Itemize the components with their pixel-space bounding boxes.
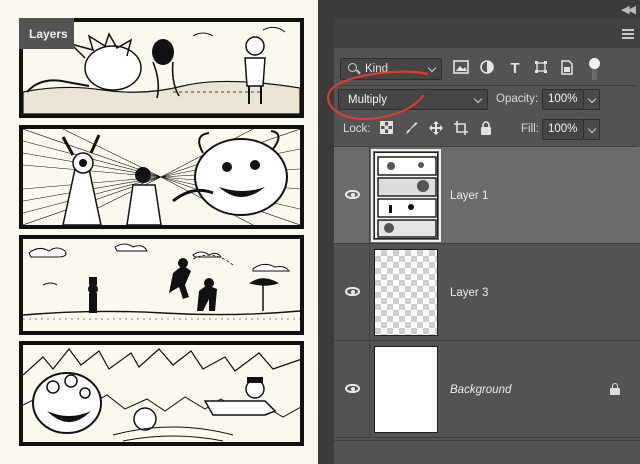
layer-name[interactable]: Layer 3 xyxy=(450,287,488,299)
layer-row-background[interactable]: Background xyxy=(334,341,640,438)
comic-panel-4 xyxy=(19,341,304,446)
hamburger-menu-icon[interactable] xyxy=(622,29,634,41)
image-filter-icon[interactable] xyxy=(452,60,470,78)
filter-toggle-switch[interactable] xyxy=(589,58,600,80)
chevron-down-icon xyxy=(473,94,483,104)
panel-tab-bar xyxy=(334,18,640,48)
comic-page-canvas xyxy=(0,0,318,464)
opacity-dropdown-button[interactable] xyxy=(584,89,600,110)
filter-kind-select[interactable]: Kind xyxy=(340,58,442,80)
layer-row-layer-1[interactable]: Layer 1 xyxy=(334,147,640,244)
fill-label: Fill: xyxy=(521,123,539,135)
opacity-label: Opacity: xyxy=(496,93,539,105)
lock-icon xyxy=(610,383,620,395)
eye-icon[interactable] xyxy=(345,190,360,199)
panel-title-strip: ◀◀ xyxy=(318,0,640,18)
fill-dropdown-button[interactable] xyxy=(584,119,600,140)
divider xyxy=(334,85,636,86)
comic-panel-2 xyxy=(19,125,304,229)
visibility-column xyxy=(334,147,370,243)
shape-filter-icon[interactable] xyxy=(532,60,550,78)
adjustment-filter-icon[interactable] xyxy=(478,60,496,78)
chevron-down-icon xyxy=(587,124,597,134)
lock-transparent-pixels-icon[interactable] xyxy=(378,121,394,137)
lock-position-icon[interactable] xyxy=(428,121,444,137)
panel-gutter xyxy=(318,18,334,464)
search-icon xyxy=(348,63,357,72)
layer-thumbnail[interactable] xyxy=(374,346,438,433)
layer-name[interactable]: Layer 1 xyxy=(450,190,488,202)
lock-all-icon[interactable] xyxy=(478,121,494,137)
chevron-down-icon xyxy=(427,63,437,73)
layer-thumbnail[interactable] xyxy=(374,152,438,239)
toggle-knob xyxy=(589,58,600,69)
visibility-column xyxy=(334,341,370,437)
fill-value: 100% xyxy=(548,123,578,135)
smart-object-filter-icon[interactable] xyxy=(558,60,576,78)
eye-icon[interactable] xyxy=(345,287,360,296)
comic-panel-3 xyxy=(19,235,304,335)
toggle-track xyxy=(592,69,597,80)
layer-thumbnail[interactable] xyxy=(374,249,438,336)
lock-label: Lock: xyxy=(343,123,371,135)
lock-artboard-icon[interactable] xyxy=(453,121,469,137)
double-chevron-left-icon[interactable]: ◀◀ xyxy=(621,3,636,16)
filter-kind-label: Kind xyxy=(365,63,389,75)
layer-name[interactable]: Background xyxy=(450,384,511,396)
chevron-down-icon xyxy=(587,94,597,104)
layers-panel-footer xyxy=(334,440,640,464)
layer-row-layer-3[interactable]: Layer 3 xyxy=(334,244,640,341)
layer-list: Layer 1 Layer 3 Background xyxy=(334,147,640,440)
eye-icon[interactable] xyxy=(345,384,360,393)
opacity-input[interactable]: 100% xyxy=(542,89,584,110)
opacity-value: 100% xyxy=(548,93,578,105)
type-filter-icon[interactable]: T xyxy=(506,60,524,78)
tab-layers-label: Layers xyxy=(29,27,68,41)
blend-mode-select[interactable]: Multiply xyxy=(338,89,488,110)
fill-input[interactable]: 100% xyxy=(542,119,584,140)
tab-layers[interactable]: Layers xyxy=(19,18,74,49)
visibility-column xyxy=(334,244,370,340)
blend-mode-value: Multiply xyxy=(348,94,387,106)
lock-image-pixels-icon[interactable] xyxy=(403,121,419,137)
